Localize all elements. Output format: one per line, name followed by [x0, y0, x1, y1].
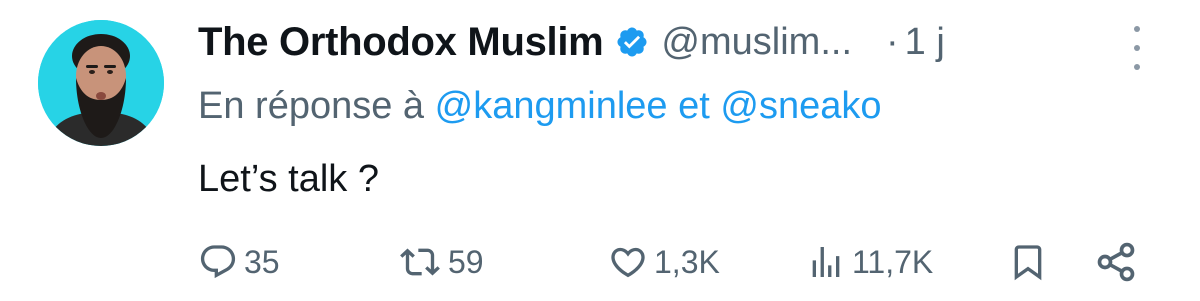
bookmark-icon [1008, 242, 1048, 282]
author-name[interactable]: The Orthodox Muslim [198, 20, 604, 65]
reply-context: En réponse à @kangminlee et @sneako [198, 85, 882, 128]
reply-prefix: En réponse à [198, 85, 425, 127]
tweet-text: Let’s talk ? [198, 158, 379, 200]
views-count: 11,7K [852, 243, 934, 280]
post-time[interactable]: 1 j [905, 21, 945, 64]
tweet: The Orthodox Muslim @muslim... · 1 j En … [0, 0, 1200, 301]
reply-icon [198, 242, 238, 282]
repost-icon [398, 242, 442, 282]
mention-link[interactable]: @sneako [720, 85, 881, 127]
tweet-header: The Orthodox Muslim @muslim... · 1 j [198, 14, 945, 70]
views-button[interactable]: 11,7K [806, 240, 933, 284]
dot [1134, 45, 1140, 51]
views-chart-icon [806, 242, 846, 282]
like-button[interactable]: 1,3K [608, 240, 720, 284]
avatar-image [38, 20, 164, 146]
like-count: 1,3K [654, 243, 720, 280]
dot [1134, 26, 1140, 32]
share-button[interactable] [1094, 240, 1138, 284]
repost-count: 59 [448, 243, 484, 280]
author-handle[interactable]: @muslim... [661, 21, 852, 64]
avatar[interactable] [38, 20, 164, 146]
mention-link[interactable]: @kangminlee [435, 85, 668, 127]
verified-badge-icon[interactable] [615, 25, 649, 59]
more-options-icon[interactable] [1122, 26, 1152, 70]
bookmark-button[interactable] [1008, 240, 1048, 284]
heart-icon [608, 242, 648, 282]
reply-conjunction[interactable]: et [678, 85, 710, 127]
time-separator: · [886, 20, 899, 63]
reply-count: 35 [244, 243, 280, 280]
dot [1134, 64, 1140, 70]
repost-button[interactable]: 59 [398, 240, 484, 284]
share-icon [1094, 240, 1138, 284]
reply-button[interactable]: 35 [198, 240, 280, 284]
